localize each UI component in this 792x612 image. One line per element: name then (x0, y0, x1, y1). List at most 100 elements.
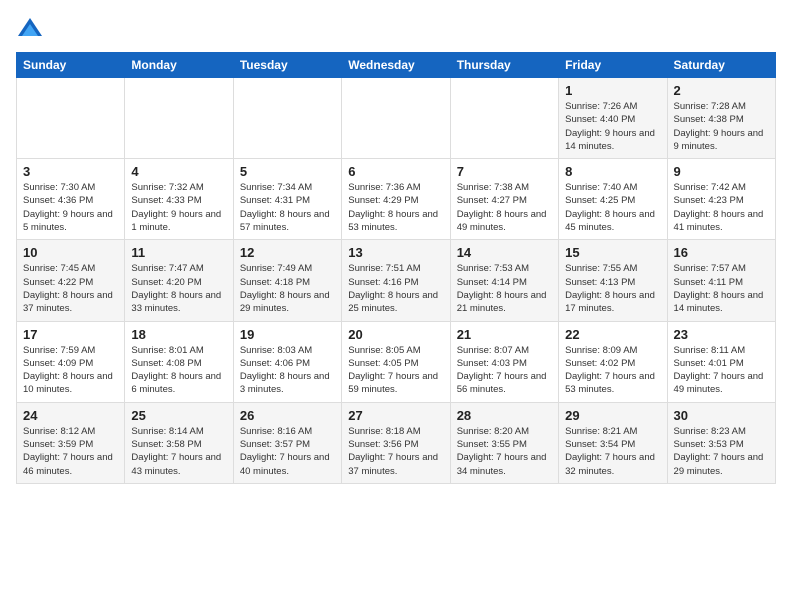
day-number: 19 (240, 327, 335, 342)
calendar-cell: 23Sunrise: 8:11 AM Sunset: 4:01 PM Dayli… (667, 321, 775, 402)
day-info: Sunrise: 7:30 AM Sunset: 4:36 PM Dayligh… (23, 181, 118, 234)
day-info: Sunrise: 7:36 AM Sunset: 4:29 PM Dayligh… (348, 181, 443, 234)
calendar-cell: 30Sunrise: 8:23 AM Sunset: 3:53 PM Dayli… (667, 402, 775, 483)
day-number: 6 (348, 164, 443, 179)
day-number: 3 (23, 164, 118, 179)
day-info: Sunrise: 8:07 AM Sunset: 4:03 PM Dayligh… (457, 344, 552, 397)
calendar-week-3: 10 Sunrise: 7:45 AM Sunset: 4:22 PM Dayli… (17, 240, 776, 321)
calendar-cell (450, 78, 558, 159)
day-number: 23 (674, 327, 769, 342)
day-number: 17 (23, 327, 118, 342)
calendar-cell: 18 Sunrise: 8:01 AM Sunset: 4:08 PM Dayli… (125, 321, 233, 402)
col-header-saturday: Saturday (667, 53, 775, 78)
day-number: 20 (348, 327, 443, 342)
col-header-tuesday: Tuesday (233, 53, 341, 78)
day-info: Sunrise: 8:16 AM Sunset: 3:57 PM Dayligh… (240, 425, 335, 478)
calendar-cell: 14 Sunrise: 7:53 AM Sunset: 4:14 PM Dayli… (450, 240, 558, 321)
calendar-cell: 19 Sunrise: 8:03 AM Sunset: 4:06 PM Dayli… (233, 321, 341, 402)
day-info: Sunrise: 8:12 AM Sunset: 3:59 PM Dayligh… (23, 425, 118, 478)
day-info: Sunrise: 7:49 AM Sunset: 4:18 PM Dayligh… (240, 262, 335, 315)
calendar-week-2: 3 Sunrise: 7:30 AM Sunset: 4:36 PM Daylig… (17, 159, 776, 240)
calendar-cell: 6 Sunrise: 7:36 AM Sunset: 4:29 PM Daylig… (342, 159, 450, 240)
day-info: Sunrise: 8:18 AM Sunset: 3:56 PM Dayligh… (348, 425, 443, 478)
calendar-week-4: 17Sunrise: 7:59 AM Sunset: 4:09 PM Dayli… (17, 321, 776, 402)
day-info: Sunrise: 8:03 AM Sunset: 4:06 PM Dayligh… (240, 344, 335, 397)
day-info: Sunrise: 7:42 AM Sunset: 4:23 PM Dayligh… (674, 181, 769, 234)
day-number: 7 (457, 164, 552, 179)
calendar-cell: 5 Sunrise: 7:34 AM Sunset: 4:31 PM Daylig… (233, 159, 341, 240)
col-header-monday: Monday (125, 53, 233, 78)
calendar-cell (125, 78, 233, 159)
day-info: Sunrise: 7:40 AM Sunset: 4:25 PM Dayligh… (565, 181, 660, 234)
day-info: Sunrise: 7:53 AM Sunset: 4:14 PM Dayligh… (457, 262, 552, 315)
day-number: 24 (23, 408, 118, 423)
day-number: 8 (565, 164, 660, 179)
calendar-cell: 3 Sunrise: 7:30 AM Sunset: 4:36 PM Daylig… (17, 159, 125, 240)
calendar-header-row: SundayMondayTuesdayWednesdayThursdayFrid… (17, 53, 776, 78)
col-header-sunday: Sunday (17, 53, 125, 78)
day-info: Sunrise: 7:55 AM Sunset: 4:13 PM Dayligh… (565, 262, 660, 315)
calendar-week-5: 24 Sunrise: 8:12 AM Sunset: 3:59 PM Dayli… (17, 402, 776, 483)
day-number: 29 (565, 408, 660, 423)
day-info: Sunrise: 8:21 AM Sunset: 3:54 PM Dayligh… (565, 425, 660, 478)
day-number: 12 (240, 245, 335, 260)
day-number: 22 (565, 327, 660, 342)
day-number: 11 (131, 245, 226, 260)
day-number: 2 (674, 83, 769, 98)
day-number: 13 (348, 245, 443, 260)
day-number: 30 (674, 408, 769, 423)
day-info: Sunrise: 7:51 AM Sunset: 4:16 PM Dayligh… (348, 262, 443, 315)
calendar-cell (342, 78, 450, 159)
day-info: Sunrise: 8:20 AM Sunset: 3:55 PM Dayligh… (457, 425, 552, 478)
calendar-cell: 27 Sunrise: 8:18 AM Sunset: 3:56 PM Dayli… (342, 402, 450, 483)
day-info: Sunrise: 7:26 AM Sunset: 4:40 PM Dayligh… (565, 100, 660, 153)
header (16, 16, 776, 44)
day-info: Sunrise: 7:57 AM Sunset: 4:11 PM Dayligh… (674, 262, 769, 315)
calendar-cell (233, 78, 341, 159)
day-info: Sunrise: 7:28 AM Sunset: 4:38 PM Dayligh… (674, 100, 769, 153)
day-number: 27 (348, 408, 443, 423)
col-header-friday: Friday (559, 53, 667, 78)
calendar-cell: 17Sunrise: 7:59 AM Sunset: 4:09 PM Dayli… (17, 321, 125, 402)
calendar-cell: 13 Sunrise: 7:51 AM Sunset: 4:16 PM Dayli… (342, 240, 450, 321)
calendar-cell: 7 Sunrise: 7:38 AM Sunset: 4:27 PM Daylig… (450, 159, 558, 240)
day-info: Sunrise: 8:01 AM Sunset: 4:08 PM Dayligh… (131, 344, 226, 397)
day-info: Sunrise: 7:38 AM Sunset: 4:27 PM Dayligh… (457, 181, 552, 234)
day-number: 10 (23, 245, 118, 260)
calendar-cell: 9Sunrise: 7:42 AM Sunset: 4:23 PM Daylig… (667, 159, 775, 240)
calendar-cell: 29 Sunrise: 8:21 AM Sunset: 3:54 PM Dayli… (559, 402, 667, 483)
day-number: 25 (131, 408, 226, 423)
col-header-wednesday: Wednesday (342, 53, 450, 78)
calendar-cell: 15Sunrise: 7:55 AM Sunset: 4:13 PM Dayli… (559, 240, 667, 321)
calendar-page: SundayMondayTuesdayWednesdayThursdayFrid… (0, 0, 792, 494)
calendar-cell: 28Sunrise: 8:20 AM Sunset: 3:55 PM Dayli… (450, 402, 558, 483)
day-number: 21 (457, 327, 552, 342)
day-number: 1 (565, 83, 660, 98)
calendar-cell: 21 Sunrise: 8:07 AM Sunset: 4:03 PM Dayli… (450, 321, 558, 402)
calendar-table: SundayMondayTuesdayWednesdayThursdayFrid… (16, 52, 776, 484)
day-number: 26 (240, 408, 335, 423)
calendar-week-1: 1 Sunrise: 7:26 AM Sunset: 4:40 PM Daylig… (17, 78, 776, 159)
calendar-cell: 4 Sunrise: 7:32 AM Sunset: 4:33 PM Daylig… (125, 159, 233, 240)
logo (16, 16, 48, 44)
day-number: 18 (131, 327, 226, 342)
day-info: Sunrise: 7:32 AM Sunset: 4:33 PM Dayligh… (131, 181, 226, 234)
calendar-cell: 11 Sunrise: 7:47 AM Sunset: 4:20 PM Dayli… (125, 240, 233, 321)
day-number: 14 (457, 245, 552, 260)
day-info: Sunrise: 7:45 AM Sunset: 4:22 PM Dayligh… (23, 262, 118, 315)
calendar-cell: 25 Sunrise: 8:14 AM Sunset: 3:58 PM Dayli… (125, 402, 233, 483)
day-number: 4 (131, 164, 226, 179)
day-info: Sunrise: 8:14 AM Sunset: 3:58 PM Dayligh… (131, 425, 226, 478)
calendar-cell: 16 Sunrise: 7:57 AM Sunset: 4:11 PM Dayli… (667, 240, 775, 321)
day-info: Sunrise: 8:09 AM Sunset: 4:02 PM Dayligh… (565, 344, 660, 397)
calendar-cell: 8 Sunrise: 7:40 AM Sunset: 4:25 PM Daylig… (559, 159, 667, 240)
logo-icon (16, 16, 44, 44)
calendar-cell: 24 Sunrise: 8:12 AM Sunset: 3:59 PM Dayli… (17, 402, 125, 483)
day-info: Sunrise: 7:34 AM Sunset: 4:31 PM Dayligh… (240, 181, 335, 234)
calendar-cell: 12 Sunrise: 7:49 AM Sunset: 4:18 PM Dayli… (233, 240, 341, 321)
col-header-thursday: Thursday (450, 53, 558, 78)
day-number: 5 (240, 164, 335, 179)
day-number: 16 (674, 245, 769, 260)
day-info: Sunrise: 7:47 AM Sunset: 4:20 PM Dayligh… (131, 262, 226, 315)
calendar-cell: 2 Sunrise: 7:28 AM Sunset: 4:38 PM Daylig… (667, 78, 775, 159)
